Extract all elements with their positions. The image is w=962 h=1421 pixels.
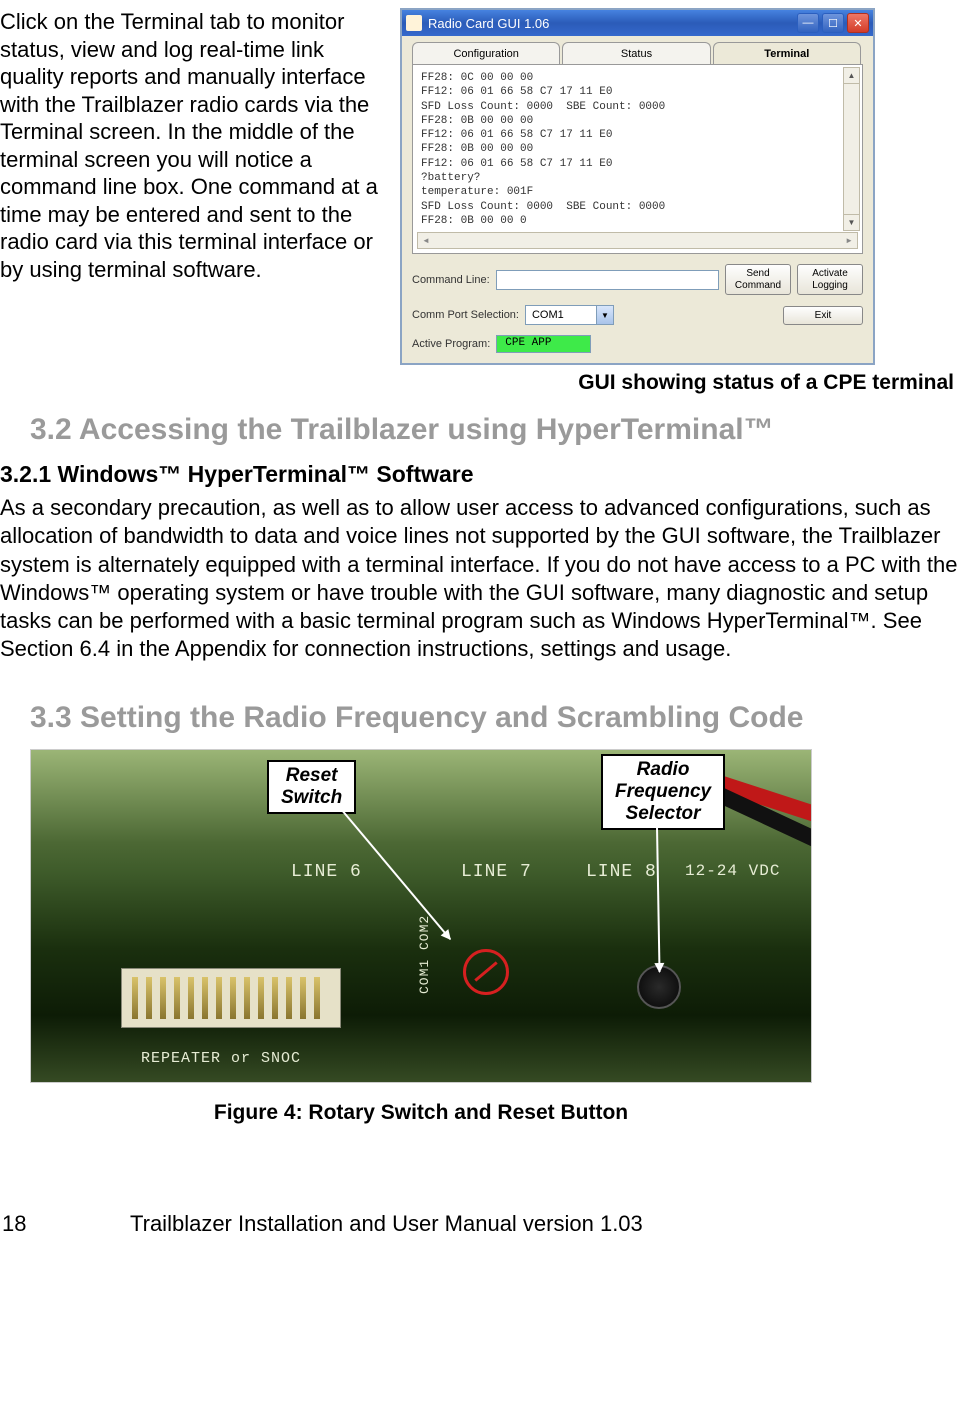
minimize-button[interactable]: — bbox=[797, 13, 819, 33]
paragraph-3-2-1: As a secondary precaution, as well as to… bbox=[0, 494, 958, 663]
active-program-value: CPE APP bbox=[496, 335, 591, 353]
silk-line6: LINE 6 bbox=[291, 862, 362, 882]
pin-connector bbox=[121, 968, 341, 1028]
tab-bar: Configuration Status Terminal bbox=[412, 42, 863, 64]
section-3-2-heading: 3.2 Accessing the Trailblazer using Hype… bbox=[30, 413, 962, 447]
close-button[interactable]: ✕ bbox=[847, 13, 869, 33]
tab-status[interactable]: Status bbox=[562, 42, 710, 64]
terminal-output-text: FF28: 0C 00 00 00 FF12: 06 01 66 58 C7 1… bbox=[417, 69, 858, 230]
callout-frequency-selector: Radio Frequency Selector bbox=[601, 754, 725, 830]
scroll-left-icon[interactable]: ◄ bbox=[422, 236, 430, 245]
comm-port-value: COM1 bbox=[526, 309, 596, 321]
callout-arrow-frequency bbox=[656, 827, 661, 972]
reset-switch-marker bbox=[463, 949, 509, 995]
figure-4-caption: Figure 4: Rotary Switch and Reset Button bbox=[30, 1101, 812, 1125]
footer-doc-title: Trailblazer Installation and User Manual… bbox=[130, 1211, 643, 1237]
activate-logging-button[interactable]: Activate Logging bbox=[797, 264, 863, 295]
section-3-3-heading: 3.3 Setting the Radio Frequency and Scra… bbox=[30, 701, 962, 735]
active-program-label: Active Program: bbox=[412, 338, 490, 350]
terminal-output-box: FF28: 0C 00 00 00 FF12: 06 01 66 58 C7 1… bbox=[412, 64, 863, 254]
send-command-button[interactable]: Send Command bbox=[725, 264, 791, 295]
window-title: Radio Card GUI 1.06 bbox=[428, 16, 794, 31]
tab-terminal[interactable]: Terminal bbox=[713, 42, 861, 64]
scroll-right-icon[interactable]: ► bbox=[845, 236, 853, 245]
subsection-3-2-1-heading: 3.2.1 Windows™ HyperTerminal™ Software bbox=[0, 461, 962, 488]
window-titlebar: Radio Card GUI 1.06 — ☐ ✕ bbox=[402, 10, 873, 36]
tab-configuration[interactable]: Configuration bbox=[412, 42, 560, 64]
intro-paragraph: Click on the Terminal tab to monitor sta… bbox=[0, 8, 400, 365]
circuit-board-photo: LINE 6 LINE 7 LINE 8 12-24 VDC REPEATER … bbox=[30, 749, 812, 1083]
comm-port-select[interactable]: COM1 ▼ bbox=[525, 305, 614, 325]
horizontal-scrollbar[interactable]: ◄ ► bbox=[417, 232, 858, 249]
silk-com: COM1 COM2 bbox=[417, 915, 432, 994]
maximize-button[interactable]: ☐ bbox=[822, 13, 844, 33]
app-icon bbox=[406, 15, 422, 31]
chevron-down-icon[interactable]: ▼ bbox=[596, 306, 613, 324]
vertical-scrollbar[interactable]: ▲ ▼ bbox=[843, 67, 860, 231]
command-line-input[interactable] bbox=[496, 270, 719, 290]
silk-line8: LINE 8 bbox=[586, 862, 657, 882]
page-footer: 18 Trailblazer Installation and User Man… bbox=[0, 1211, 962, 1255]
command-line-label: Command Line: bbox=[412, 274, 490, 286]
exit-button[interactable]: Exit bbox=[783, 306, 863, 326]
figure-4: LINE 6 LINE 7 LINE 8 12-24 VDC REPEATER … bbox=[30, 749, 812, 1125]
comm-port-label: Comm Port Selection: bbox=[412, 309, 519, 321]
callout-reset-switch: Reset Switch bbox=[267, 760, 356, 814]
silk-repeater: REPEATER or SNOC bbox=[141, 1050, 301, 1067]
silk-line7: LINE 7 bbox=[461, 862, 532, 882]
gui-caption: GUI showing status of a CPE terminal bbox=[0, 371, 954, 395]
scroll-up-icon[interactable]: ▲ bbox=[844, 68, 859, 84]
page-number: 18 bbox=[0, 1211, 130, 1237]
gui-window: Radio Card GUI 1.06 — ☐ ✕ Configuration … bbox=[400, 8, 875, 365]
scroll-down-icon[interactable]: ▼ bbox=[844, 214, 859, 230]
